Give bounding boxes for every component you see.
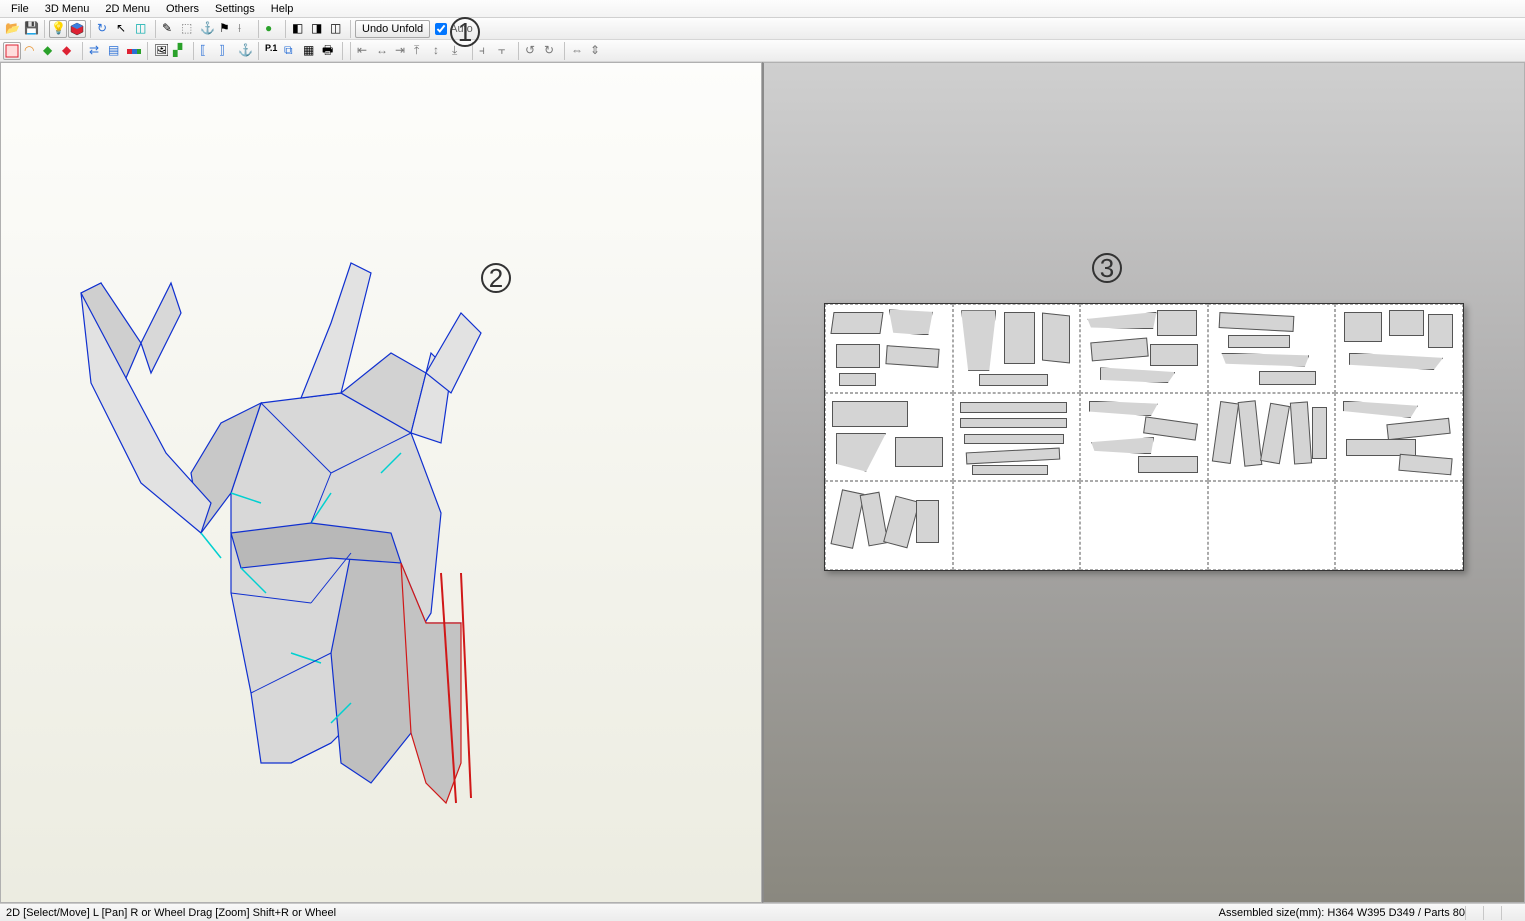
globe-icon[interactable]: ● <box>263 20 281 38</box>
unfold-page[interactable] <box>953 304 1081 393</box>
separator <box>90 20 91 38</box>
rotate-cw-icon[interactable]: ↻ <box>542 42 560 60</box>
separator <box>258 42 259 60</box>
cursor-arrow-icon[interactable]: ↖ <box>114 20 132 38</box>
menu-others[interactable]: Others <box>158 1 207 17</box>
status-left: 2D [Select/Move] L [Pan] R or Wheel Drag… <box>6 907 336 919</box>
separator <box>258 20 259 38</box>
bracket-left-icon[interactable]: ⟦ <box>198 42 216 60</box>
unfold-page[interactable] <box>1080 393 1208 482</box>
unfold-page[interactable] <box>1335 393 1463 482</box>
unfold-page[interactable] <box>825 393 953 482</box>
print-icon[interactable]: 🖶 <box>320 42 338 60</box>
bracket-right-icon[interactable]: ⟧ <box>217 42 235 60</box>
toolbar-primary: 📂 💾 💡 ↻ ↖ ◫ ✎ ⬚ ⚓ ⚑ ⟊ ● ◧ ◨ ◫ Undo Unfol… <box>0 18 1525 40</box>
anchor-icon[interactable]: ⚓ <box>198 20 216 38</box>
annotation-3: 3 <box>1092 253 1122 283</box>
unfold-page[interactable] <box>1208 393 1336 482</box>
unfold-page[interactable] <box>1335 304 1463 393</box>
status-spacer <box>1501 906 1519 920</box>
status-spacer <box>1483 906 1501 920</box>
separator <box>350 20 351 38</box>
window-left-icon[interactable]: ◧ <box>290 20 308 38</box>
unfold-page-empty[interactable] <box>1080 481 1208 570</box>
separator <box>564 42 565 60</box>
align-left-icon[interactable]: ⇤ <box>355 42 373 60</box>
separator <box>285 20 286 38</box>
unfold-page[interactable] <box>825 304 953 393</box>
menu-help[interactable]: Help <box>263 1 302 17</box>
fit-height-icon[interactable]: ⇕ <box>588 42 606 60</box>
separator <box>518 42 519 60</box>
measure-icon[interactable]: ⟊ <box>236 20 254 38</box>
unfold-page[interactable] <box>825 481 953 570</box>
toolbar-secondary: ◠ ◆ ◆ ⇄ ▤ 🖼 ▞ ⟦ ⟧ ⚓ P.1 ⧉ ▦ 🖶 ⇤ ↔ ⇥ ⤒ ↕ … <box>0 40 1525 62</box>
menu-file[interactable]: File <box>3 1 37 17</box>
distribute-h-icon[interactable]: ⫞ <box>477 42 495 60</box>
separator <box>82 42 83 60</box>
cube-wire-icon[interactable]: ◫ <box>133 20 151 38</box>
layers-icon[interactable]: ▤ <box>106 42 124 60</box>
unfold-pages-grid[interactable] <box>824 303 1464 571</box>
unfold-page-empty[interactable] <box>1335 481 1463 570</box>
swap-icon[interactable]: ⇄ <box>87 42 105 60</box>
status-bar: 2D [Select/Move] L [Pan] R or Wheel Drag… <box>0 903 1525 921</box>
open-icon[interactable]: 📂 <box>3 20 21 38</box>
viewport-2d[interactable]: 3 <box>762 62 1525 903</box>
overlap-icon[interactable]: ⧉ <box>282 42 300 60</box>
pencil-icon[interactable]: ✎ <box>160 20 178 38</box>
menu-settings[interactable]: Settings <box>207 1 263 17</box>
unfold-page[interactable] <box>1080 304 1208 393</box>
distribute-v-icon[interactable]: ⫟ <box>496 42 514 60</box>
model-3d-helmet[interactable] <box>31 223 571 813</box>
fit-width-icon[interactable]: ⇔ <box>569 42 587 60</box>
window-split-icon[interactable]: ◫ <box>328 20 346 38</box>
unfold-page-empty[interactable] <box>1208 481 1336 570</box>
menu-3d[interactable]: 3D Menu <box>37 1 98 17</box>
menu-2d[interactable]: 2D Menu <box>97 1 158 17</box>
window-right-icon[interactable]: ◨ <box>309 20 327 38</box>
separator <box>155 20 156 38</box>
select-rect-red-icon[interactable] <box>3 42 21 60</box>
workspace: 2 <box>0 62 1525 903</box>
grid-icon[interactable]: ▦ <box>301 42 319 60</box>
annotation-1: 1 <box>450 17 480 47</box>
undo-unfold-button[interactable]: Undo Unfold <box>355 20 430 38</box>
box3d-icon[interactable] <box>68 20 86 38</box>
photo-icon[interactable]: 🖼 <box>152 42 170 60</box>
separator <box>350 42 351 60</box>
eraser-magic-icon[interactable]: ◆ <box>41 42 59 60</box>
segment-icon[interactable]: ◠ <box>22 42 40 60</box>
cut-edge-icon[interactable]: ▞ <box>171 42 189 60</box>
pageid-icon[interactable]: P.1 <box>263 42 281 60</box>
separator <box>44 20 45 38</box>
align-top-icon[interactable]: ⤒ <box>412 42 430 60</box>
separator <box>193 42 194 60</box>
viewport-3d[interactable]: 2 <box>0 62 762 903</box>
align-center-h-icon[interactable]: ↔ <box>374 42 392 60</box>
anchor2-icon[interactable]: ⚓ <box>236 42 254 60</box>
lightbulb-icon[interactable]: 💡 <box>49 20 67 38</box>
flag-icon[interactable]: ⚑ <box>217 20 235 38</box>
auto-checkbox-input[interactable] <box>435 23 447 35</box>
unfold-page-empty[interactable] <box>953 481 1081 570</box>
cube-edit-icon[interactable]: ⬚ <box>179 20 197 38</box>
separator <box>342 42 343 60</box>
status-spacer <box>1465 906 1483 920</box>
align-center-v-icon[interactable]: ↕ <box>431 42 449 60</box>
menu-bar: File 3D Menu 2D Menu Others Settings Hel… <box>0 0 1525 18</box>
eraser-icon[interactable]: ◆ <box>60 42 78 60</box>
save-icon[interactable]: 💾 <box>22 20 40 38</box>
color-icon[interactable] <box>125 42 143 60</box>
separator <box>147 42 148 60</box>
rotate-ccw-icon[interactable]: ↺ <box>523 42 541 60</box>
align-right-icon[interactable]: ⇥ <box>393 42 411 60</box>
status-right: Assembled size(mm): H364 W395 D349 / Par… <box>1219 907 1465 919</box>
unfold-page[interactable] <box>1208 304 1336 393</box>
refresh-icon[interactable]: ↻ <box>95 20 113 38</box>
unfold-page[interactable] <box>953 393 1081 482</box>
